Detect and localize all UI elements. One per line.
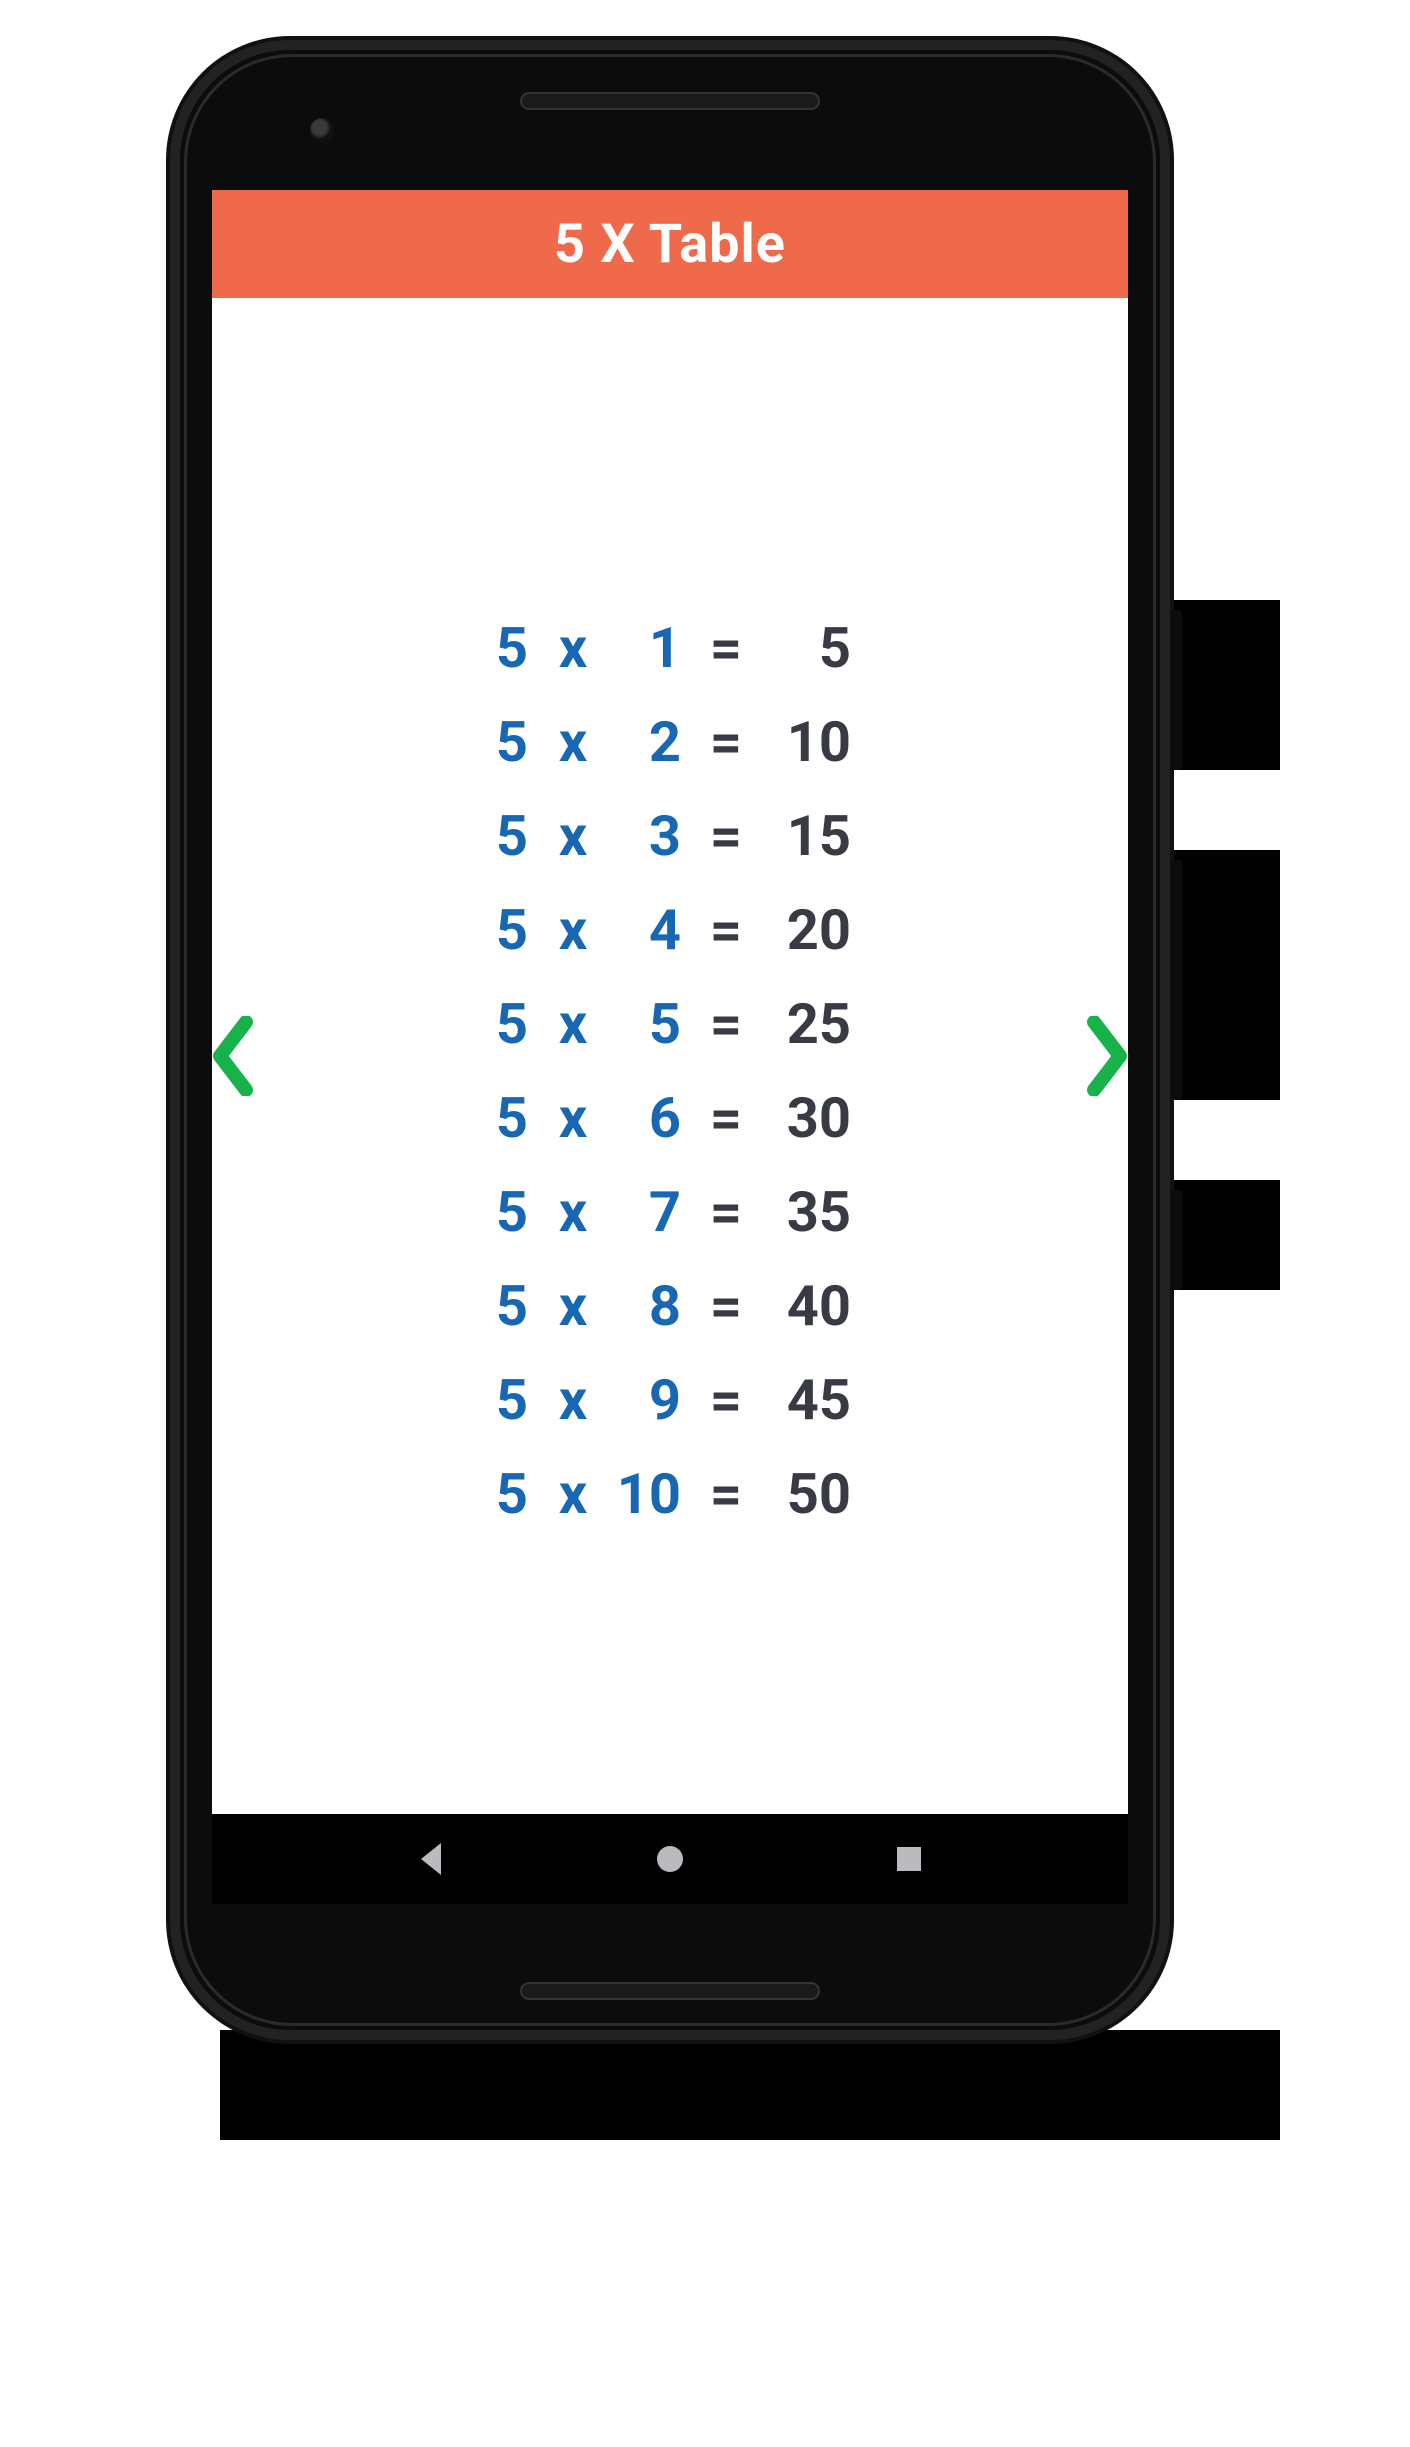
row-x: x [553, 996, 593, 1052]
row-x: x [553, 1278, 593, 1334]
row-multiplier: 10 [611, 1466, 681, 1522]
android-recent-button[interactable] [889, 1839, 929, 1879]
front-camera [310, 118, 334, 142]
row-equals: = [699, 808, 753, 864]
row-base: 5 [489, 620, 535, 676]
row-result: 25 [771, 996, 851, 1052]
row-x: x [553, 1184, 593, 1240]
row-result: 40 [771, 1278, 851, 1334]
speaker-top [520, 92, 820, 110]
row-equals: = [699, 1090, 753, 1146]
table-row: 5x7 = 35 [489, 1184, 851, 1240]
row-base: 5 [489, 1278, 535, 1334]
row-equals: = [699, 714, 753, 770]
next-table-button[interactable] [1086, 1016, 1128, 1096]
page-title: 5 X Table [554, 213, 786, 276]
content-area: 5x1=55x2=105x3=155x4=205x5=255x6=305x7=3… [212, 298, 1128, 1814]
row-multiplier: 1 [611, 620, 681, 676]
table-row: 5x2 = 10 [489, 714, 851, 770]
row-x: x [553, 808, 593, 864]
row-multiplier: 9 [611, 1372, 681, 1428]
chevron-left-icon [212, 1016, 254, 1096]
row-equals: = [699, 1278, 753, 1334]
row-x: x [553, 1466, 593, 1522]
row-result: 20 [771, 902, 851, 958]
chevron-right-icon [1086, 1016, 1128, 1096]
row-result: 30 [771, 1090, 851, 1146]
row-multiplier: 3 [611, 808, 681, 864]
row-base: 5 [489, 1090, 535, 1146]
prev-table-button[interactable] [212, 1016, 254, 1096]
row-multiplier: 5 [611, 996, 681, 1052]
row-x: x [553, 1372, 593, 1428]
row-equals: = [699, 996, 753, 1052]
row-x: x [553, 714, 593, 770]
android-home-button[interactable] [650, 1839, 690, 1879]
table-row: 5x1=5 [489, 620, 851, 676]
row-base: 5 [489, 1466, 535, 1522]
table-row: 5x8 = 40 [489, 1278, 851, 1334]
android-back-button[interactable] [411, 1839, 451, 1879]
row-result: 5 [771, 620, 851, 676]
row-equals: = [699, 902, 753, 958]
table-row: 5x5 = 25 [489, 996, 851, 1052]
phone-frame: 5 X Table 5x1=55x2=105x3=155x4=205x5=255… [170, 40, 1170, 2040]
nav-home-icon [650, 1839, 690, 1879]
row-equals: = [699, 1372, 753, 1428]
table-row: 5x 10 = 50 [489, 1466, 851, 1522]
times-table: 5x1=55x2=105x3=155x4=205x5=255x6=305x7=3… [489, 582, 851, 1560]
row-base: 5 [489, 996, 535, 1052]
row-multiplier: 7 [611, 1184, 681, 1240]
row-result: 35 [771, 1184, 851, 1240]
row-x: x [553, 902, 593, 958]
table-row: 5x3 = 15 [489, 808, 851, 864]
speaker-bottom [520, 1982, 820, 2000]
table-row: 5x6 = 30 [489, 1090, 851, 1146]
app-title-bar: 5 X Table [212, 190, 1128, 298]
row-base: 5 [489, 808, 535, 864]
row-equals: = [699, 1466, 753, 1522]
volume-down-button[interactable] [1170, 860, 1182, 1100]
volume-up-button[interactable] [1170, 610, 1182, 770]
row-result: 15 [771, 808, 851, 864]
table-row: 5x9 = 45 [489, 1372, 851, 1428]
row-multiplier: 6 [611, 1090, 681, 1146]
row-x: x [553, 620, 593, 676]
row-base: 5 [489, 1184, 535, 1240]
row-result: 45 [771, 1372, 851, 1428]
row-base: 5 [489, 1372, 535, 1428]
table-row: 5x4 = 20 [489, 902, 851, 958]
row-result: 10 [771, 714, 851, 770]
row-equals: = [699, 620, 753, 676]
row-base: 5 [489, 714, 535, 770]
nav-recent-icon [889, 1839, 929, 1879]
row-multiplier: 4 [611, 902, 681, 958]
row-multiplier: 2 [611, 714, 681, 770]
row-result: 50 [771, 1466, 851, 1522]
row-multiplier: 8 [611, 1278, 681, 1334]
nav-back-icon [411, 1839, 451, 1879]
row-base: 5 [489, 902, 535, 958]
android-nav-bar [212, 1814, 1128, 1904]
screen: 5 X Table 5x1=55x2=105x3=155x4=205x5=255… [212, 190, 1128, 1904]
row-x: x [553, 1090, 593, 1146]
row-equals: = [699, 1184, 753, 1240]
power-button[interactable] [1170, 1190, 1182, 1290]
